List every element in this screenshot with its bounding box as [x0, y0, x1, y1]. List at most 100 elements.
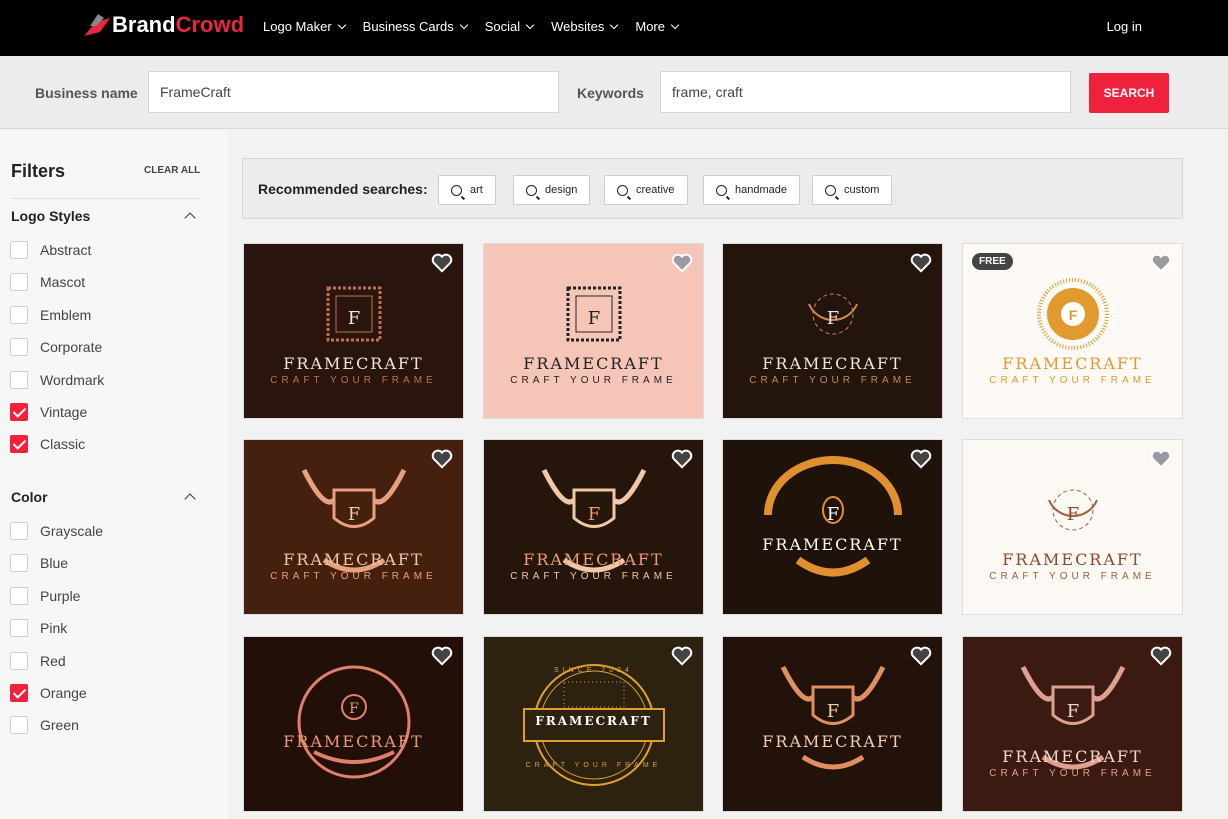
logo-card[interactable]: F FRAMECRAFT CRAFT YOUR FRAME — [962, 439, 1183, 615]
filter-option-label: Corporate — [40, 339, 103, 356]
logo-name: FRAMECRAFT — [1002, 354, 1143, 373]
checkbox[interactable] — [10, 305, 28, 324]
logo-card[interactable]: F FRAMECRAFT CRAFT YOUR FRAME FREE — [962, 243, 1183, 419]
brandcrowd-logo[interactable]: Brand Crowd — [82, 12, 244, 38]
logo-name: FRAMECRAFT — [523, 354, 664, 373]
filter-option[interactable]: Orange — [10, 684, 87, 702]
heart-icon[interactable] — [431, 449, 453, 469]
nav-item[interactable]: Logo Maker — [263, 19, 346, 34]
heart-icon[interactable] — [431, 253, 453, 273]
chevron-up-icon[interactable] — [184, 212, 196, 224]
nav-item[interactable]: Social — [484, 19, 535, 34]
filter-option[interactable]: Corporate — [10, 338, 103, 357]
login-link[interactable]: Log in — [1107, 19, 1142, 34]
heart-icon[interactable] — [910, 449, 932, 469]
checkbox[interactable] — [10, 716, 28, 735]
nav-item[interactable]: More — [635, 19, 680, 34]
filter-option[interactable]: Pink — [10, 619, 68, 638]
svg-text:F: F — [1067, 701, 1080, 722]
logo-name: FRAMECRAFT — [523, 550, 664, 569]
search-icon — [716, 184, 727, 196]
filter-section-title[interactable]: Logo Styles — [11, 208, 90, 224]
nav-item-label: Business Cards — [362, 19, 454, 34]
heart-icon[interactable] — [910, 646, 932, 666]
checkbox[interactable] — [10, 370, 28, 389]
filter-option-label: Emblem — [40, 306, 92, 323]
checkbox[interactable] — [10, 619, 28, 638]
checkbox[interactable] — [10, 586, 28, 605]
checkbox[interactable] — [10, 684, 28, 702]
search-button[interactable]: SEARCH — [1089, 73, 1169, 113]
recommended-chip[interactable]: design — [513, 175, 591, 205]
logo-card[interactable]: F FRAMECRAFT — [722, 636, 943, 812]
search-icon — [617, 184, 628, 196]
logo-tagline: CRAFT YOUR FRAME — [270, 375, 437, 386]
filter-option-label: Orange — [40, 685, 87, 701]
clear-all-button[interactable]: CLEAR ALL — [144, 165, 200, 176]
svg-text:F: F — [349, 701, 359, 717]
filter-option[interactable]: Purple — [10, 586, 80, 605]
svg-text:F: F — [348, 308, 361, 329]
heart-icon[interactable] — [671, 253, 693, 273]
filter-option[interactable]: Green — [10, 716, 79, 735]
filter-option[interactable]: Abstract — [10, 241, 91, 259]
filter-option[interactable]: Emblem — [10, 305, 92, 324]
logo-name: FRAMECRAFT — [762, 535, 903, 554]
checkbox[interactable] — [10, 651, 28, 670]
logo-name: FRAMECRAFT — [283, 354, 424, 373]
filter-option[interactable]: Mascot — [10, 273, 86, 292]
logo-card[interactable]: F FRAMECRAFT CRAFT YOUR FRAME — [243, 243, 464, 419]
nav-item-label: Social — [484, 19, 521, 34]
nav-item[interactable]: Websites — [551, 19, 619, 34]
filter-option-label: Classic — [40, 436, 86, 453]
filter-option[interactable]: Grayscale — [10, 522, 103, 540]
recommended-chip[interactable]: creative — [604, 175, 688, 205]
filter-option[interactable]: Red — [10, 651, 66, 670]
logo-tagline: CRAFT YOUR FRAME — [510, 571, 677, 582]
logo-card[interactable]: F FRAMECRAFT CRAFT YOUR FRAME — [483, 243, 704, 419]
filter-option-label: Mascot — [40, 274, 86, 291]
recommended-chip[interactable]: art — [438, 175, 496, 205]
heart-icon[interactable] — [1150, 449, 1172, 469]
filter-option[interactable]: Vintage — [10, 403, 87, 421]
heart-icon[interactable] — [431, 646, 453, 666]
search-icon — [825, 184, 836, 196]
recommended-chip[interactable]: handmade — [703, 175, 800, 205]
checkbox[interactable] — [10, 241, 28, 259]
recommended-chip[interactable]: custom — [812, 175, 893, 205]
logo-tagline: SINCE 2024 — [554, 667, 633, 674]
filter-option-label: Red — [40, 652, 66, 669]
business-name-input[interactable] — [148, 71, 559, 113]
filter-option[interactable]: Blue — [10, 554, 68, 573]
filters-sidebar: Filters CLEAR ALL Logo Styles Abstract Mas… — [0, 130, 228, 819]
checkbox[interactable] — [10, 403, 28, 421]
filter-option-label: Wordmark — [40, 371, 105, 388]
heart-icon[interactable] — [910, 253, 932, 273]
chevron-up-icon[interactable] — [184, 493, 196, 505]
heart-icon[interactable] — [1150, 646, 1172, 666]
nav-item[interactable]: Business Cards — [362, 19, 468, 34]
filter-section-title[interactable]: Color — [11, 489, 48, 505]
checkbox[interactable] — [10, 522, 28, 540]
logo-name: FRAMECRAFT — [762, 732, 903, 751]
logo-card[interactable]: FRAMECRAFT SINCE 2024 CRAFT YOUR FRAME — [483, 636, 704, 812]
logo-card[interactable]: F FRAMECRAFT — [722, 439, 943, 615]
heart-icon[interactable] — [1150, 253, 1172, 273]
logo-card[interactable]: F FRAMECRAFT CRAFT YOUR FRAME — [962, 636, 1183, 812]
keywords-input[interactable] — [660, 71, 1071, 113]
logo-card[interactable]: F FRAMECRAFT CRAFT YOUR FRAME — [722, 243, 943, 419]
checkbox[interactable] — [10, 273, 28, 292]
logo-name: FRAMECRAFT — [283, 550, 424, 569]
checkbox[interactable] — [10, 435, 28, 454]
checkbox[interactable] — [10, 554, 28, 573]
logo-card[interactable]: F FRAMECRAFT CRAFT YOUR FRAME — [483, 439, 704, 615]
checkbox[interactable] — [10, 338, 28, 357]
logo-tagline: CRAFT YOUR FRAME — [989, 768, 1156, 779]
logo-card[interactable]: F FRAMECRAFT — [243, 636, 464, 812]
filter-option-label: Pink — [40, 620, 68, 637]
filter-option[interactable]: Wordmark — [10, 370, 105, 389]
logo-card[interactable]: F FRAMECRAFT CRAFT YOUR FRAME — [243, 439, 464, 615]
heart-icon[interactable] — [671, 646, 693, 666]
heart-icon[interactable] — [671, 449, 693, 469]
filter-option[interactable]: Classic — [10, 435, 86, 454]
